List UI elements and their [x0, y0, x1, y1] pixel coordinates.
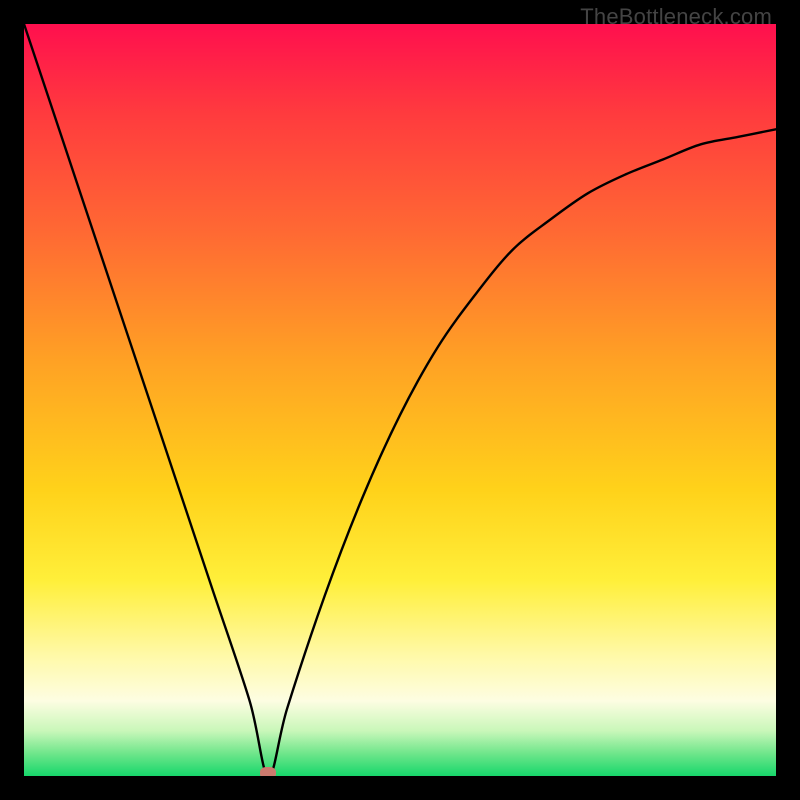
minimum-marker: [260, 767, 276, 776]
plot-area: [24, 24, 776, 776]
chart-frame: TheBottleneck.com: [0, 0, 800, 800]
bottleneck-curve: [24, 24, 776, 776]
